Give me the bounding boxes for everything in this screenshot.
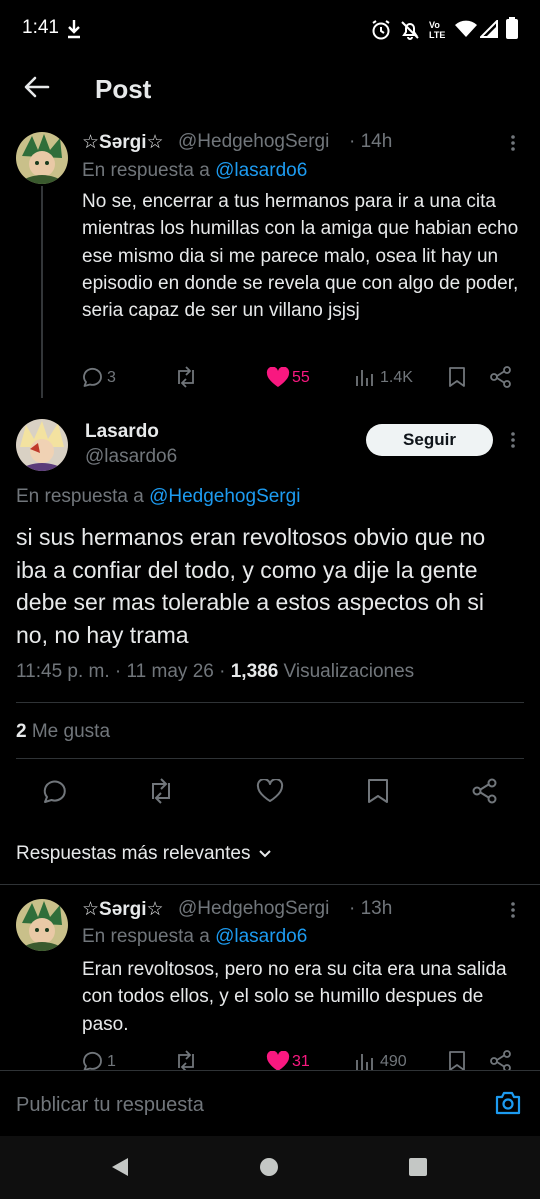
more-options-icon[interactable]: [503, 900, 523, 920]
status-bar: 1:41 Vo LTE: [0, 0, 540, 60]
view-count: 490: [380, 1053, 407, 1070]
battery-icon: [506, 17, 518, 39]
views-icon[interactable]: [355, 1051, 377, 1071]
reply-count: 1: [107, 1053, 116, 1070]
display-name[interactable]: ☆Sərgi☆: [82, 131, 164, 154]
tweet-time: · 13h: [349, 898, 393, 919]
back-nav-icon[interactable]: [110, 1157, 130, 1177]
camera-icon[interactable]: [494, 1090, 522, 1116]
reply-context: En respuesta a @lasardo6: [82, 160, 307, 182]
bookmark-icon[interactable]: [448, 366, 466, 388]
reply-context: En respuesta a @lasardo6: [82, 926, 307, 948]
tweet-text: si sus hermanos eran revoltosos obvio qu…: [16, 524, 486, 648]
reply-icon[interactable]: [82, 1050, 104, 1072]
wifi-icon: [455, 20, 477, 37]
views-label: Visualizaciones: [278, 661, 415, 682]
handle[interactable]: @lasardo6: [85, 446, 177, 468]
sort-dropdown[interactable]: Respuestas más relevantes: [16, 843, 272, 865]
reply-to-link[interactable]: @lasardo6: [215, 160, 307, 181]
display-name[interactable]: Lasardo: [85, 421, 159, 443]
likes-count: 2: [16, 721, 27, 742]
more-options-icon[interactable]: [503, 430, 523, 450]
tweet-text: Eran revoltosos, pero no era su cita era…: [82, 959, 507, 1035]
views-icon[interactable]: [355, 367, 377, 387]
like-count: 31: [292, 1053, 310, 1070]
svg-text:LTE: LTE: [429, 30, 445, 40]
download-icon: [68, 20, 80, 39]
action-row: 3 55 1.4K: [82, 365, 522, 389]
avatar[interactable]: [16, 132, 68, 184]
back-arrow-icon[interactable]: [24, 76, 50, 98]
timestamp: 11:45 p. m. · 11 may 26 ·: [16, 661, 231, 682]
bookmark-icon[interactable]: [448, 1050, 466, 1072]
alarm-icon: [372, 20, 390, 40]
reply-icon[interactable]: [82, 366, 104, 388]
reply-prefix: En respuesta a: [82, 160, 210, 181]
signal-icon: [480, 20, 498, 38]
chevron-down-icon: [259, 850, 272, 858]
reply-count: 3: [107, 369, 116, 386]
handle[interactable]: @HedgehogSergi: [178, 131, 329, 153]
more-options-icon[interactable]: [503, 133, 523, 153]
likes-summary[interactable]: 2 Me gusta: [16, 721, 110, 743]
like-heart-icon[interactable]: [256, 779, 284, 803]
home-nav-icon[interactable]: [259, 1157, 279, 1177]
divider: [16, 702, 524, 703]
liked-heart-icon[interactable]: [266, 1051, 290, 1072]
reply-to-link[interactable]: @HedgehogSergi: [149, 486, 300, 507]
thread-line: [41, 186, 43, 398]
divider: [16, 758, 524, 759]
reply-input[interactable]: [16, 1090, 466, 1120]
volte-icon: Vo LTE: [429, 20, 445, 40]
share-icon[interactable]: [490, 366, 512, 388]
share-icon[interactable]: [490, 1050, 512, 1072]
svg-text:Vo: Vo: [429, 20, 440, 30]
mute-bell-icon: [401, 21, 419, 40]
like-count: 55: [292, 369, 310, 386]
reply-context: En respuesta a @HedgehogSergi: [16, 486, 300, 508]
tweet-meta: 11:45 p. m. · 11 may 26 · 1,386 Visualiz…: [16, 661, 414, 683]
display-name[interactable]: ☆Sərgi☆: [82, 898, 164, 921]
reply-prefix: En respuesta a: [82, 926, 210, 947]
avatar[interactable]: [16, 419, 68, 471]
retweet-icon[interactable]: [174, 1050, 198, 1072]
tweet-text: No se, encerrar a tus hermanos para ir a…: [82, 191, 519, 322]
retweet-icon[interactable]: [174, 366, 198, 388]
follow-button[interactable]: Seguir: [366, 424, 493, 456]
reply-icon[interactable]: [42, 778, 68, 804]
share-icon[interactable]: [472, 778, 498, 804]
tweet-time: · 14h: [349, 131, 393, 152]
retweet-icon[interactable]: [147, 778, 175, 804]
liked-heart-icon[interactable]: [266, 367, 290, 388]
divider: [0, 884, 540, 885]
reply-to-link[interactable]: @lasardo6: [215, 926, 307, 947]
views-count[interactable]: 1,386: [231, 661, 279, 682]
avatar[interactable]: [16, 899, 68, 951]
sort-label: Respuestas más relevantes: [16, 843, 251, 864]
reply-prefix: En respuesta a: [16, 486, 144, 507]
view-count: 1.4K: [380, 369, 413, 386]
handle[interactable]: @HedgehogSergi: [178, 898, 329, 920]
likes-label: Me gusta: [26, 721, 111, 742]
status-time: 1:41: [22, 17, 59, 38]
bookmark-icon[interactable]: [367, 778, 389, 804]
page-title: Post: [95, 74, 152, 104]
top-bar: [0, 60, 540, 120]
recents-nav-icon[interactable]: [408, 1157, 428, 1177]
